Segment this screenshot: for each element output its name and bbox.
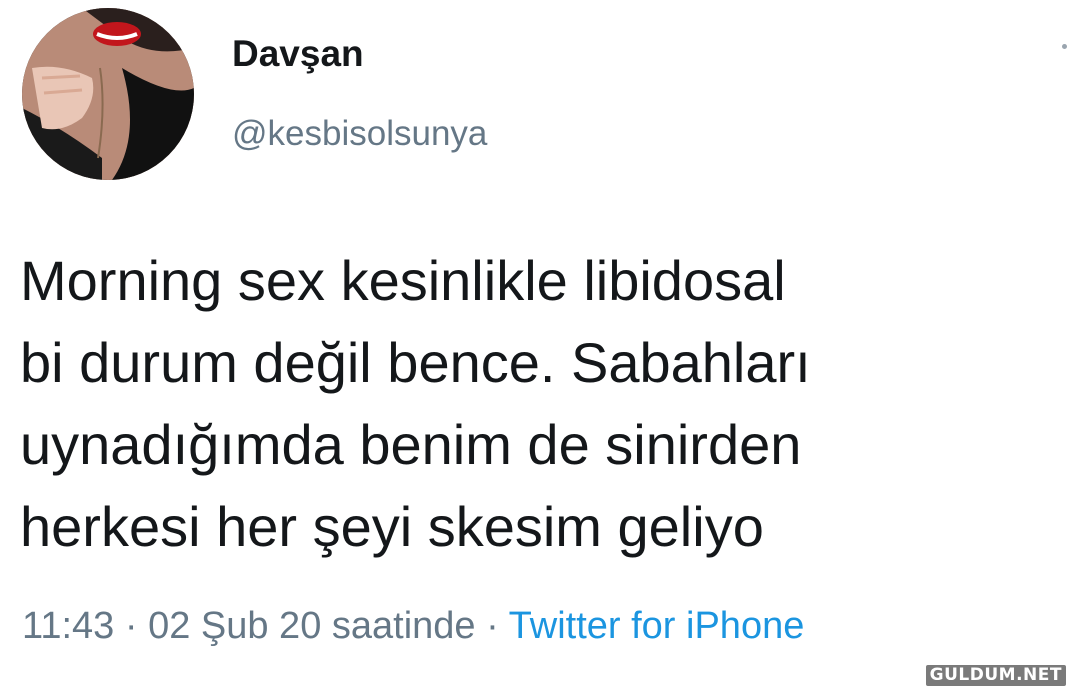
- tweet-card: Davşan @kesbisolsunya Morning sex kesinl…: [0, 0, 1070, 688]
- tweet-text-line: herkesi her şeyi skesim geliyo: [20, 495, 764, 558]
- tweet-source-link[interactable]: Twitter for iPhone: [509, 605, 805, 647]
- avatar[interactable]: [22, 8, 194, 180]
- user-handle[interactable]: @kesbisolsunya: [232, 114, 487, 154]
- display-name[interactable]: Davşan: [232, 33, 364, 75]
- meta-separator: ·: [124, 605, 138, 647]
- meta-separator: ·: [486, 605, 499, 647]
- tweet-text: Morning sex kesinlikle libidosal bi duru…: [20, 240, 1030, 568]
- tweet-metadata: 11:43 · 02 Şub 20 saatinde · Twitter for…: [22, 605, 805, 648]
- more-options-icon[interactable]: [1062, 44, 1067, 49]
- watermark: GULDUM.NET: [925, 665, 1066, 686]
- tweet-date[interactable]: 02 Şub 20 saatinde: [148, 605, 476, 647]
- tweet-text-line: Morning sex kesinlikle libidosal: [20, 249, 786, 312]
- tweet-time[interactable]: 11:43: [22, 605, 114, 647]
- avatar-photo-icon: [22, 8, 194, 180]
- tweet-text-line: uynadığımda benim de sinirden: [20, 413, 802, 476]
- tweet-text-line: bi durum değil bence. Sabahları: [20, 331, 811, 394]
